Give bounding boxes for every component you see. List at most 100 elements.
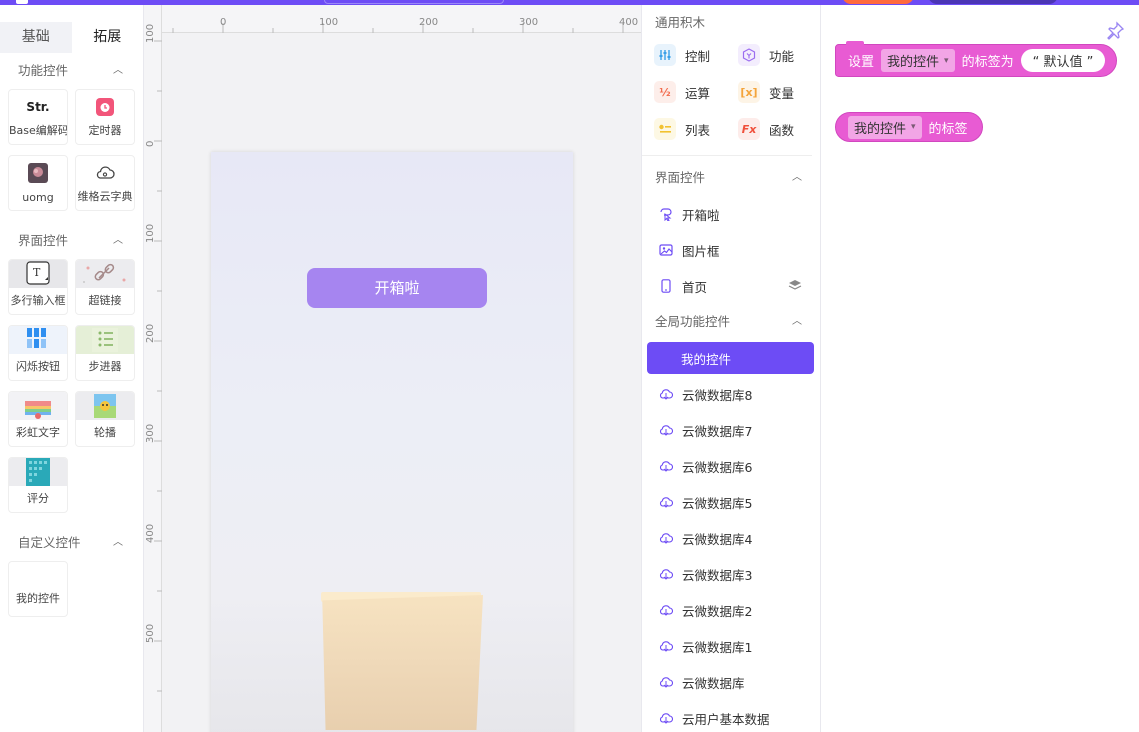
unbox-button[interactable]: 开箱啦 bbox=[307, 268, 487, 308]
ruler-label: 300 bbox=[145, 423, 156, 443]
control-dropdown[interactable]: 我的控件 ▾ bbox=[881, 49, 955, 72]
set-label-block[interactable]: 设置 我的控件 ▾ 的标签为 “ 默认值 ” bbox=[835, 41, 1118, 77]
dropdown-value: 我的控件 bbox=[887, 55, 940, 70]
section-global-blocks[interactable]: 全局功能控件 ︿ bbox=[642, 304, 820, 340]
cloud-db-icon bbox=[659, 711, 673, 725]
category-label: 控制 bbox=[685, 48, 711, 64]
block-item-label: 云微数据库2 bbox=[682, 603, 753, 619]
block-item-cloud-db3[interactable]: 云微数据库3 bbox=[642, 556, 820, 592]
variable-icon: [x] bbox=[738, 81, 760, 103]
section-custom-controls[interactable]: 自定义控件 ︿ bbox=[0, 525, 143, 561]
component-label: 闪烁按钮 bbox=[16, 360, 60, 373]
category-fx[interactable]: Fx 函数 bbox=[738, 117, 820, 141]
library-tabs: 基础 拓展 bbox=[0, 5, 143, 53]
dropdown-value: 我的控件 bbox=[854, 121, 907, 137]
component-textarea[interactable]: T 多行输入框 bbox=[8, 259, 68, 315]
block-item-cloud-db6[interactable]: 云微数据库6 bbox=[642, 448, 820, 484]
project-name-field[interactable] bbox=[324, 0, 504, 4]
layers-icon[interactable] bbox=[788, 279, 802, 294]
component-label: 维格云字典 bbox=[77, 190, 133, 203]
tab-basic[interactable]: 基础 bbox=[0, 22, 72, 53]
rainbow-text-thumb bbox=[9, 392, 67, 420]
component-cloud-dict[interactable]: 维格云字典 bbox=[75, 155, 135, 211]
component-rainbow-text[interactable]: 彩虹文字 bbox=[8, 391, 68, 447]
ruler-ticks bbox=[172, 23, 624, 33]
section-title: 界面控件 bbox=[18, 233, 69, 248]
carousel-thumb bbox=[76, 392, 134, 420]
rating-thumb bbox=[9, 458, 67, 486]
category-function[interactable]: 功能 bbox=[738, 43, 820, 67]
get-label-block[interactable]: 我的控件 ▾ 的标签 bbox=[835, 112, 983, 142]
ruler-label: 0 bbox=[220, 17, 227, 28]
section-ui-controls[interactable]: 界面控件 ︿ bbox=[0, 223, 143, 259]
design-canvas[interactable]: 0 100 200 300 400 100 0 100 200 300 400 … bbox=[144, 5, 641, 732]
app-logo[interactable] bbox=[16, 0, 28, 4]
ruler-label: 300 bbox=[519, 17, 539, 28]
top-action-button[interactable] bbox=[842, 0, 914, 4]
top-publish-button[interactable] bbox=[928, 0, 1058, 4]
component-rating[interactable]: 评分 bbox=[8, 457, 68, 513]
ruler-label: 100 bbox=[319, 17, 339, 28]
component-my-control[interactable]: 我的控件 bbox=[8, 561, 68, 617]
component-stepper[interactable]: 步进器 bbox=[75, 325, 135, 381]
component-blink-button[interactable]: 闪烁按钮 bbox=[8, 325, 68, 381]
block-item-cloud-db5[interactable]: 云微数据库5 bbox=[642, 484, 820, 520]
component-timer[interactable]: 定时器 bbox=[75, 89, 135, 145]
image-icon bbox=[659, 243, 673, 257]
block-item-cloud-db4[interactable]: 云微数据库4 bbox=[642, 520, 820, 556]
block-text: 的标签为 bbox=[961, 55, 1014, 70]
block-item-cloud-db2[interactable]: 云微数据库2 bbox=[642, 592, 820, 628]
block-item-unbox[interactable]: 开箱啦 bbox=[642, 196, 820, 232]
block-workspace[interactable]: 设置 我的控件 ▾ 的标签为 “ 默认值 ” 我的控件 ▾ 的标签 bbox=[821, 5, 1139, 732]
block-item-cloud-db[interactable]: 云微数据库 bbox=[642, 664, 820, 700]
category-variable[interactable]: [x] 变量 bbox=[738, 80, 820, 104]
category-control[interactable]: 控制 bbox=[654, 43, 738, 67]
block-item-image[interactable]: 图片框 bbox=[642, 232, 820, 268]
component-label: 超链接 bbox=[88, 294, 122, 307]
operator-icon: ½ bbox=[654, 81, 676, 103]
category-operator[interactable]: ½ 运算 bbox=[654, 80, 738, 104]
block-item-cloud-db8[interactable]: 云微数据库8 bbox=[642, 376, 820, 412]
str-icon: Str. bbox=[26, 100, 50, 114]
chevron-up-icon[interactable]: ︿ bbox=[113, 525, 123, 561]
block-item-label: 云用户基本数据 bbox=[682, 711, 770, 727]
component-uomg[interactable]: uomg bbox=[8, 155, 68, 211]
block-item-my-control[interactable]: 我的控件 bbox=[647, 342, 814, 374]
tab-extension[interactable]: 拓展 bbox=[71, 22, 143, 53]
category-label: 变量 bbox=[769, 85, 795, 101]
chevron-up-icon[interactable]: ︿ bbox=[792, 304, 802, 340]
category-list[interactable]: 列表 bbox=[654, 117, 738, 141]
block-text: 设置 bbox=[848, 55, 875, 70]
block-item-cloud-db7[interactable]: 云微数据库7 bbox=[642, 412, 820, 448]
cloud-db-icon bbox=[659, 639, 673, 653]
section-general-blocks: 通用积木 bbox=[642, 5, 820, 41]
fx-icon: Fx bbox=[738, 118, 760, 140]
cloud-db-icon bbox=[659, 603, 673, 617]
chevron-up-icon[interactable]: ︿ bbox=[792, 160, 802, 196]
component-carousel[interactable]: 轮播 bbox=[75, 391, 135, 447]
stepper-thumb bbox=[76, 326, 134, 354]
block-item-label: 云微数据库6 bbox=[682, 459, 753, 475]
section-function-controls[interactable]: 功能控件 ︿ bbox=[0, 53, 143, 89]
section-ui-blocks[interactable]: 界面控件 ︿ bbox=[642, 160, 820, 196]
section-title: 全局功能控件 bbox=[655, 314, 731, 329]
cloud-db-icon bbox=[659, 459, 673, 473]
block-item-cloud-user-data[interactable]: 云用户基本数据 bbox=[642, 700, 820, 732]
chevron-up-icon[interactable]: ︿ bbox=[113, 53, 123, 89]
control-dropdown[interactable]: 我的控件 ▾ bbox=[848, 115, 922, 139]
block-item-cloud-db1[interactable]: 云微数据库1 bbox=[642, 628, 820, 664]
phone-screen-preview[interactable]: 开箱啦 bbox=[211, 152, 573, 732]
chevron-down-icon: ▾ bbox=[911, 122, 916, 132]
component-library-panel: 基础 拓展 功能控件 ︿ Str. Base编解码 定时器 uomg 维格云字典… bbox=[0, 5, 144, 732]
blink-button-thumb bbox=[9, 326, 67, 354]
gift-box-image[interactable] bbox=[322, 595, 483, 730]
pin-icon[interactable] bbox=[1105, 21, 1125, 44]
cloud-dict-icon bbox=[94, 162, 116, 184]
string-value-input[interactable]: “ 默认值 ” bbox=[1020, 49, 1106, 72]
ruler-label: 500 bbox=[145, 623, 156, 643]
component-hyperlink[interactable]: 超链接 bbox=[75, 259, 135, 315]
chevron-up-icon[interactable]: ︿ bbox=[113, 223, 123, 259]
component-base-codec[interactable]: Str. Base编解码 bbox=[8, 89, 68, 145]
control-icon bbox=[654, 44, 676, 66]
block-item-home[interactable]: 首页 bbox=[642, 268, 820, 304]
